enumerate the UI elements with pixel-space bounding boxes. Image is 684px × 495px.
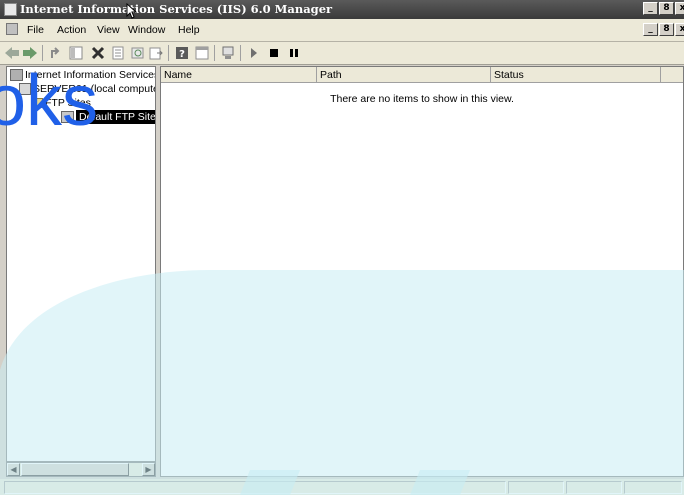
menu-bar: File Action View Window Help _ 8 x: [0, 19, 684, 42]
tree-node-server[interactable]: SERVER01 (local computer): [19, 83, 156, 96]
menu-window[interactable]: Window: [128, 24, 165, 36]
forward-arrow-icon[interactable]: [22, 45, 38, 61]
status-bar: [0, 479, 684, 495]
show-console-icon[interactable]: [194, 45, 210, 61]
list-pane: Name Path Status There are no items to s…: [160, 66, 684, 477]
status-pane-3: [566, 481, 622, 494]
tree-label-ftp-sites: FTP Sites: [45, 97, 91, 109]
tree-node-default-ftp-site[interactable]: Default FTP Site: [61, 110, 155, 124]
export-list-icon[interactable]: [148, 45, 164, 61]
up-folder-icon[interactable]: [48, 45, 64, 61]
scroll-thumb[interactable]: [21, 463, 129, 476]
iis-root-icon: [10, 69, 23, 82]
ftp-site-icon: [61, 111, 74, 124]
menu-view[interactable]: View: [97, 24, 120, 36]
computer-icon[interactable]: [220, 45, 236, 61]
tree-pane: Internet Information Services SERVER01 (…: [6, 66, 156, 462]
folder-icon: [31, 98, 43, 109]
tree-label-default-ftp-site: Default FTP Site: [76, 110, 155, 124]
properties-icon[interactable]: [110, 45, 126, 61]
server-icon: [19, 83, 31, 96]
child-restore-button[interactable]: 8: [659, 23, 674, 36]
start-play-icon[interactable]: [246, 45, 262, 61]
tree-node-ftp-sites[interactable]: FTP Sites: [31, 97, 91, 109]
menu-help[interactable]: Help: [178, 24, 200, 36]
iis-app-icon: [4, 3, 17, 16]
console-icon[interactable]: [6, 23, 18, 35]
toolbar: ?: [0, 42, 684, 65]
refresh-icon[interactable]: [130, 45, 146, 61]
column-header-path[interactable]: Path: [317, 67, 491, 83]
show-hide-tree-icon[interactable]: [68, 45, 84, 61]
window-title: Internet Information Services (IIS) 6.0 …: [20, 2, 333, 16]
window-controls: _ 8 x: [643, 2, 684, 15]
toolbar-separator: [42, 45, 43, 61]
stop-icon[interactable]: [266, 45, 282, 61]
delete-icon[interactable]: [90, 45, 106, 61]
menu-action[interactable]: Action: [57, 24, 86, 36]
minimize-button[interactable]: _: [643, 2, 658, 15]
toolbar-separator: [168, 45, 169, 61]
child-window-controls: _ 8 x: [643, 23, 684, 36]
tree-label-server: SERVER01 (local computer): [33, 83, 156, 95]
child-close-button[interactable]: x: [675, 23, 684, 36]
title-bar: Internet Information Services (IIS) 6.0 …: [0, 0, 684, 19]
column-header-filler: [661, 67, 683, 83]
tree-horizontal-scrollbar[interactable]: ◀ ▶: [6, 462, 156, 477]
scroll-right-arrow-icon[interactable]: ▶: [142, 463, 155, 476]
tree-label-root: Internet Information Services: [25, 69, 156, 81]
toolbar-separator: [240, 45, 241, 61]
column-header-name[interactable]: Name: [161, 67, 317, 83]
empty-list-message: There are no items to show in this view.: [330, 93, 514, 105]
tree-node-root[interactable]: Internet Information Services: [10, 69, 156, 82]
restore-button[interactable]: 8: [659, 2, 674, 15]
mouse-cursor-icon: [126, 3, 138, 19]
close-button[interactable]: x: [675, 2, 684, 15]
status-pane-2: [508, 481, 564, 494]
status-pane-4: [624, 481, 682, 494]
back-arrow-icon[interactable]: [4, 45, 20, 61]
help-icon[interactable]: ?: [174, 45, 190, 61]
pause-icon[interactable]: [286, 45, 302, 61]
child-minimize-button[interactable]: _: [643, 23, 658, 36]
column-header-status[interactable]: Status: [491, 67, 661, 83]
scroll-left-arrow-icon[interactable]: ◀: [7, 463, 20, 476]
menu-file[interactable]: File: [27, 24, 44, 36]
svg-text:?: ?: [179, 49, 185, 60]
status-pane-main: [4, 481, 506, 494]
toolbar-separator: [214, 45, 215, 61]
